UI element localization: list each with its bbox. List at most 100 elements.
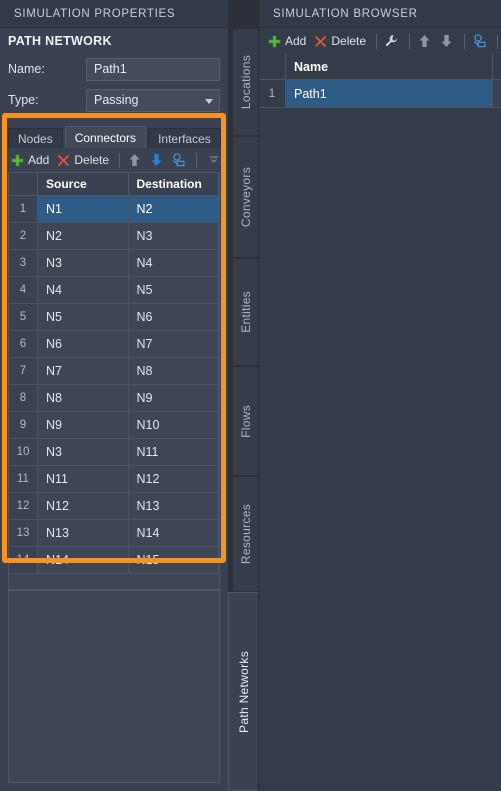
cell-name[interactable]: Path1 (285, 79, 494, 108)
type-select[interactable]: Passing (86, 88, 220, 112)
cell-source[interactable]: N2 (37, 222, 129, 250)
cell-destination[interactable]: N15 (128, 546, 219, 574)
cell-source[interactable]: N14 (37, 546, 129, 574)
sidebar-item-conveyors[interactable]: Conveyors (232, 136, 258, 258)
table-row[interactable]: 1 Path1 (259, 79, 501, 108)
cell-destination[interactable]: N9 (128, 384, 219, 412)
browser-add-button-label: Add (285, 34, 307, 48)
column-header-rownum (9, 173, 38, 196)
browser-properties-button[interactable] (382, 31, 404, 51)
cell-source[interactable]: N6 (37, 330, 129, 358)
cell-source[interactable]: N7 (37, 357, 129, 385)
grid-empty-space (9, 574, 219, 589)
browser-assign-button[interactable] (470, 31, 492, 51)
table-row[interactable]: 4 N4 N5 (9, 276, 219, 304)
table-row[interactable]: 8 N8 N9 (9, 384, 219, 412)
tab-connectors[interactable]: Connectors (64, 126, 147, 148)
sidebar-item-path-networks[interactable]: Path Networks (228, 592, 258, 791)
cell-destination[interactable]: N11 (128, 438, 219, 466)
table-row[interactable]: 1 N1 N2 (9, 195, 219, 223)
browser-toolbar-separator-4 (497, 33, 499, 49)
row-number: 10 (9, 438, 38, 466)
browser-delete-button[interactable]: Delete (311, 31, 371, 51)
column-header-name[interactable]: Name (285, 54, 494, 80)
cell-source[interactable]: N12 (37, 492, 129, 520)
column-header-source[interactable]: Source (37, 173, 129, 196)
cell-source[interactable]: N1 (37, 195, 129, 223)
connectors-table-body: 1 N1 N2 2 N2 N3 3 N3 N4 4 N4 N5 5 N5 N6 … (9, 195, 219, 574)
table-row[interactable]: 14 N14 N15 (9, 546, 219, 574)
name-label: Name: (8, 62, 45, 76)
cell-source[interactable]: N13 (37, 519, 129, 547)
wrench-icon (383, 33, 399, 49)
path-network-section-header: PATH NETWORK (0, 28, 228, 54)
cell-destination[interactable]: N12 (128, 465, 219, 493)
tab-nodes[interactable]: Nodes (8, 128, 63, 148)
table-row[interactable]: 11 N11 N12 (9, 465, 219, 493)
application-window: SIMULATION PROPERTIES PATH NETWORK Name:… (0, 0, 501, 791)
cell-destination[interactable]: N7 (128, 330, 219, 358)
cell-destination[interactable]: N3 (128, 222, 219, 250)
overflow-chevron-icon[interactable] (209, 154, 222, 167)
browser-grid-container[interactable]: Name 1 Path1 (259, 54, 501, 791)
table-row[interactable]: 6 N6 N7 (9, 330, 219, 358)
table-row[interactable]: 5 N5 N6 (9, 303, 219, 331)
table-row[interactable]: 12 N12 N13 (9, 492, 219, 520)
cell-source[interactable]: N3 (37, 438, 129, 466)
column-header-destination[interactable]: Destination (128, 173, 219, 196)
browser-move-down-button[interactable] (437, 31, 459, 51)
cell-source[interactable]: N8 (37, 384, 129, 412)
cell-source[interactable]: N11 (37, 465, 129, 493)
browser-move-up-button[interactable] (415, 31, 437, 51)
move-down-button[interactable] (147, 150, 169, 170)
name-input[interactable]: Path1 (86, 57, 220, 81)
cell-destination[interactable]: N13 (128, 492, 219, 520)
connectors-grid[interactable]: Source Destination 1 N1 N2 2 N2 N3 3 N3 … (8, 172, 220, 590)
cell-destination[interactable]: N10 (128, 411, 219, 439)
plus-icon (9, 152, 25, 168)
table-row[interactable]: 2 N2 N3 (9, 222, 219, 250)
browser-table: Name 1 Path1 (259, 54, 501, 108)
type-label: Type: (8, 93, 39, 107)
table-row[interactable]: 10 N3 N11 (9, 438, 219, 466)
sidebar-item-entities[interactable]: Entities (232, 258, 258, 366)
arrow-down-icon (438, 33, 454, 49)
table-header-row: Name (259, 54, 501, 80)
cell-destination[interactable]: N6 (128, 303, 219, 331)
path-network-form: Name: Path1 Type: Passing (0, 54, 228, 126)
sidebar-item-label: Entities (238, 291, 253, 333)
table-row[interactable]: 13 N13 N14 (9, 519, 219, 547)
assign-button[interactable] (169, 150, 191, 170)
cell-destination[interactable]: N4 (128, 249, 219, 277)
browser-add-button[interactable]: Add (265, 31, 311, 51)
cell-destination[interactable]: N14 (128, 519, 219, 547)
tab-interfaces[interactable]: Interfaces (148, 128, 221, 148)
row-number: 9 (9, 411, 38, 439)
cell-destination[interactable]: N5 (128, 276, 219, 304)
delete-button[interactable]: Delete (54, 150, 114, 170)
cell-source[interactable]: N9 (37, 411, 129, 439)
sidebar-item-resources[interactable]: Resources (232, 476, 258, 592)
cell-destination[interactable]: N8 (128, 357, 219, 385)
connectors-toolbar: Add Delete (0, 148, 228, 172)
row-number: 14 (9, 546, 38, 574)
add-button-label: Add (28, 153, 50, 167)
simulation-browser-title: SIMULATION BROWSER (259, 0, 501, 28)
cell-source[interactable]: N3 (37, 249, 129, 277)
arrow-down-icon (148, 152, 164, 168)
add-button[interactable]: Add (8, 150, 54, 170)
row-number: 1 (259, 79, 286, 108)
table-row[interactable]: 3 N3 N4 (9, 249, 219, 277)
cell-source[interactable]: N4 (37, 276, 129, 304)
sidebar-item-flows[interactable]: Flows (232, 366, 258, 476)
cell-source[interactable]: N5 (37, 303, 129, 331)
sidebar-item-label: Locations (238, 54, 253, 110)
panel-empty-area-inner (8, 590, 220, 783)
cell-destination[interactable]: N2 (128, 195, 219, 223)
sidebar-item-locations[interactable]: Locations (232, 28, 258, 136)
move-up-button[interactable] (125, 150, 147, 170)
delete-button-label: Delete (74, 153, 110, 167)
table-row[interactable]: 7 N7 N8 (9, 357, 219, 385)
table-row[interactable]: 9 N9 N10 (9, 411, 219, 439)
row-number: 5 (9, 303, 38, 331)
